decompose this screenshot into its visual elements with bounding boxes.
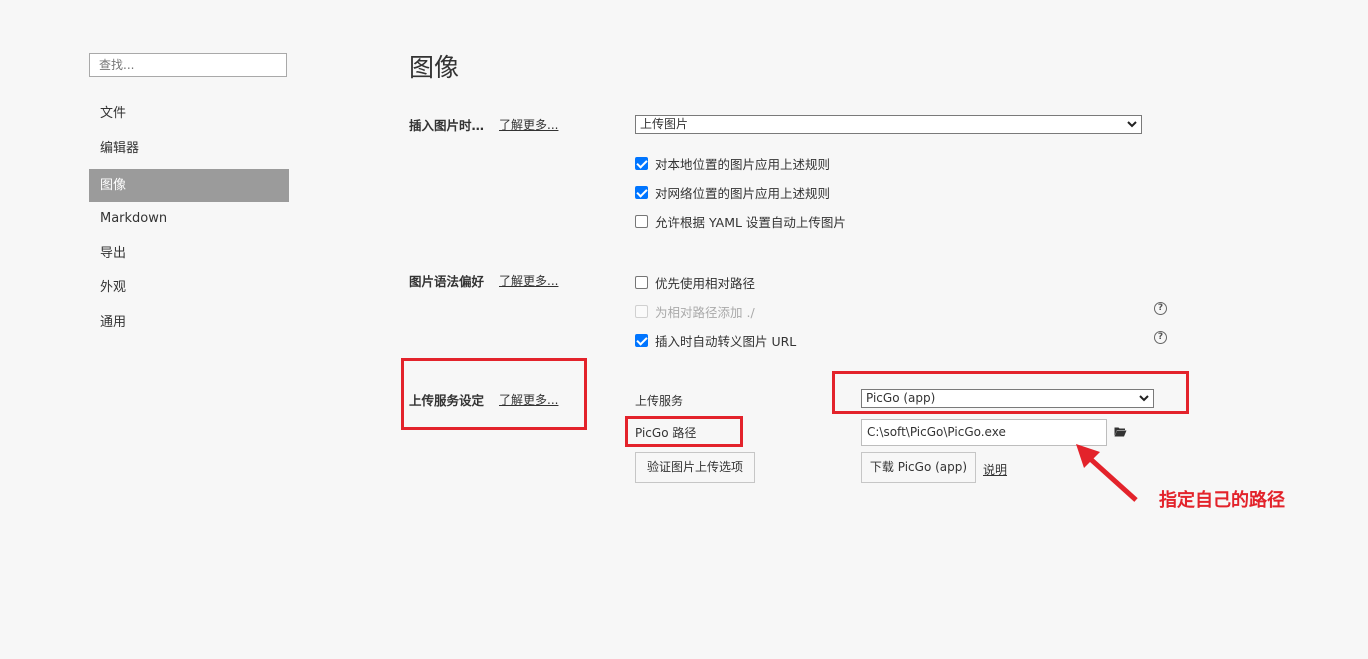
help-icon[interactable]: ? bbox=[1154, 302, 1167, 315]
highlight-box-path-label bbox=[625, 416, 743, 447]
upload-service-label: 上传服务 bbox=[635, 394, 684, 408]
search-input[interactable] bbox=[89, 53, 287, 77]
checkbox-box bbox=[635, 305, 648, 318]
sidebar-item-general[interactable]: 通用 bbox=[89, 306, 289, 339]
checkbox-dot-slash: 为相对路径添加 ./ bbox=[635, 302, 755, 321]
checkbox-label: 优先使用相对路径 bbox=[655, 276, 756, 291]
syntax-section-label: 图片语法偏好 bbox=[409, 274, 485, 289]
verify-upload-button[interactable]: 验证图片上传选项 bbox=[635, 452, 755, 483]
sidebar-item-file[interactable]: 文件 bbox=[89, 97, 289, 130]
checkbox-local-images[interactable]: 对本地位置的图片应用上述规则 bbox=[635, 154, 830, 173]
download-picgo-button[interactable]: 下载 PicGo (app) bbox=[861, 452, 976, 483]
chevron-down-icon bbox=[1127, 121, 1137, 128]
checkbox-box[interactable] bbox=[635, 186, 648, 199]
checkbox-box[interactable] bbox=[635, 334, 648, 347]
checkbox-label: 对网络位置的图片应用上述规则 bbox=[655, 186, 831, 201]
sidebar-item-export[interactable]: 导出 bbox=[89, 237, 289, 270]
checkbox-box[interactable] bbox=[635, 215, 648, 228]
insert-section-label: 插入图片时… bbox=[409, 118, 485, 133]
insert-action-value: 上传图片 bbox=[640, 117, 689, 131]
sidebar-item-editor[interactable]: 编辑器 bbox=[89, 132, 289, 165]
syntax-learn-more-link[interactable]: 了解更多... bbox=[499, 272, 558, 289]
sidebar-item-appearance[interactable]: 外观 bbox=[89, 271, 289, 304]
explain-link[interactable]: 说明 bbox=[983, 461, 1007, 478]
help-icon[interactable]: ? bbox=[1154, 331, 1167, 344]
checkbox-label: 为相对路径添加 ./ bbox=[655, 305, 755, 320]
checkbox-box[interactable] bbox=[635, 276, 648, 289]
checkbox-label: 允许根据 YAML 设置自动上传图片 bbox=[655, 215, 846, 230]
arrow-annotation-icon bbox=[1076, 444, 1138, 502]
checkbox-yaml-upload[interactable]: 允许根据 YAML 设置自动上传图片 bbox=[635, 212, 846, 231]
insert-action-select[interactable]: 上传图片 bbox=[635, 115, 1142, 134]
checkbox-label: 对本地位置的图片应用上述规则 bbox=[655, 157, 831, 172]
checkbox-relative-path[interactable]: 优先使用相对路径 bbox=[635, 273, 755, 292]
checkbox-escape-url[interactable]: 插入时自动转义图片 URL bbox=[635, 331, 796, 350]
folder-icon[interactable] bbox=[1114, 426, 1127, 437]
highlight-box-upload-section bbox=[401, 358, 587, 430]
checkbox-label: 插入时自动转义图片 URL bbox=[655, 334, 797, 349]
insert-learn-more-link[interactable]: 了解更多... bbox=[499, 116, 558, 133]
highlight-box-service-select bbox=[832, 371, 1189, 414]
checkbox-network-images[interactable]: 对网络位置的图片应用上述规则 bbox=[635, 183, 830, 202]
sidebar-item-image[interactable]: 图像 bbox=[89, 169, 289, 202]
annotation-text: 指定自己的路径 bbox=[1159, 490, 1285, 511]
page-title: 图像 bbox=[409, 53, 460, 82]
checkbox-box[interactable] bbox=[635, 157, 648, 170]
sidebar-item-markdown[interactable]: Markdown bbox=[89, 202, 289, 235]
